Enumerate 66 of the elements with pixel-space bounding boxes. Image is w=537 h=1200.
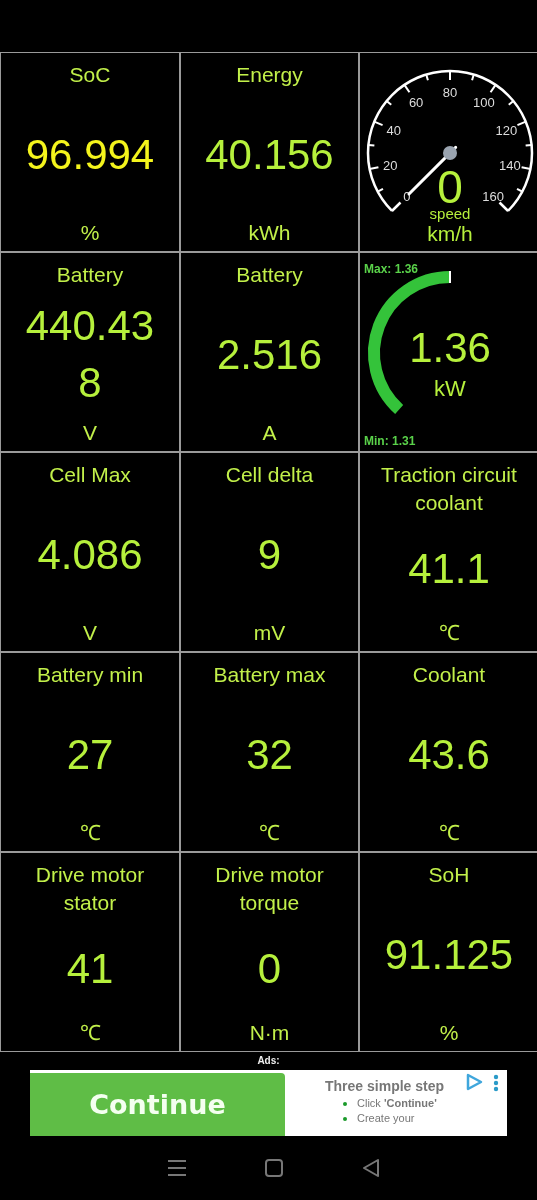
unit-label: mV: [253, 620, 286, 646]
gauge-value: 91.125: [384, 929, 514, 980]
ads-label: Ads:: [256, 1054, 281, 1067]
unit-label: %: [439, 1020, 459, 1046]
gauge-value: 0: [257, 943, 282, 994]
unit-label: V: [83, 420, 97, 446]
back-icon[interactable]: [362, 1158, 381, 1178]
gauge-value: 4.086: [37, 529, 143, 580]
scale-number: 120: [495, 122, 517, 138]
gauge-value: 43.6: [408, 729, 490, 780]
gauge-value: 96.994: [25, 129, 155, 180]
scale-number: 20: [382, 157, 397, 173]
scale-number: 80: [442, 85, 457, 100]
unit-label: A: [262, 420, 277, 446]
gauge-label: Cell delta: [224, 462, 315, 488]
scale-number: 60: [408, 95, 423, 111]
gauge-value: 9: [257, 529, 282, 580]
bullet-icon: [343, 1116, 347, 1121]
gauge-value: 32: [246, 729, 293, 780]
gauge-label: Cell Max: [48, 462, 132, 488]
unit-label: ℃: [259, 820, 280, 846]
gauge-label: Energy: [235, 62, 304, 88]
more-icon[interactable]: [493, 1074, 499, 1092]
scale-number: 100: [472, 95, 495, 111]
ad-text: Create your: [357, 1111, 415, 1126]
gauge-label: Coolant: [411, 662, 487, 688]
min-label: Min: 1.31: [363, 434, 415, 448]
unit-label: V: [83, 620, 97, 646]
unit-label: kWh: [248, 220, 291, 246]
unit-label: kW: [433, 376, 466, 401]
gauge-label: Traction circuit coolant: [380, 462, 518, 516]
ad-text: Click 'Continue': [357, 1096, 437, 1111]
gauge-label: Battery: [55, 262, 125, 288]
gauge-value: 40.156: [205, 129, 334, 180]
gauge-value: 41: [66, 943, 114, 994]
home-icon[interactable]: [264, 1158, 285, 1178]
unit-label: %: [80, 220, 100, 246]
gauge-label: SoC: [68, 62, 112, 88]
unit-label: km/h: [426, 222, 473, 245]
play-icon[interactable]: [465, 1073, 483, 1091]
gauge-label: Battery: [235, 262, 304, 288]
value-marker: [448, 270, 451, 284]
scale-number: 160: [481, 189, 504, 205]
unit-label: ℃: [79, 820, 101, 846]
scale-number: 40: [385, 122, 401, 138]
gauge-value: 27: [66, 729, 114, 780]
ad-banner[interactable]: Continue Three simple step Click 'Continue' Create your: [30, 1070, 507, 1136]
max-label: Max: 1.36: [363, 262, 418, 276]
menu-icon[interactable]: [166, 1159, 187, 1177]
gauge-label: Battery min: [35, 662, 145, 688]
unit-label: ℃: [79, 1020, 101, 1046]
ad-title: Three simple step: [325, 1077, 446, 1096]
speed-label: speed: [429, 205, 470, 222]
gauge-label: Drive motor torque: [214, 862, 325, 916]
gauge-label: Battery max: [212, 662, 327, 688]
unit-label: ℃: [438, 620, 460, 646]
gauge-value: 2.516: [216, 329, 323, 380]
scale-number: 140: [498, 157, 521, 173]
gauge-label: SoH: [427, 862, 471, 888]
unit-label: ℃: [438, 820, 460, 846]
gauge-value: 440.438: [24, 301, 156, 408]
power-value: 1.36: [408, 324, 491, 371]
gauge-label: Drive motor stator: [34, 862, 146, 916]
gauge-value: 41.1: [408, 543, 490, 594]
bullet-icon: [343, 1101, 347, 1106]
unit-label: N·m: [249, 1020, 290, 1046]
